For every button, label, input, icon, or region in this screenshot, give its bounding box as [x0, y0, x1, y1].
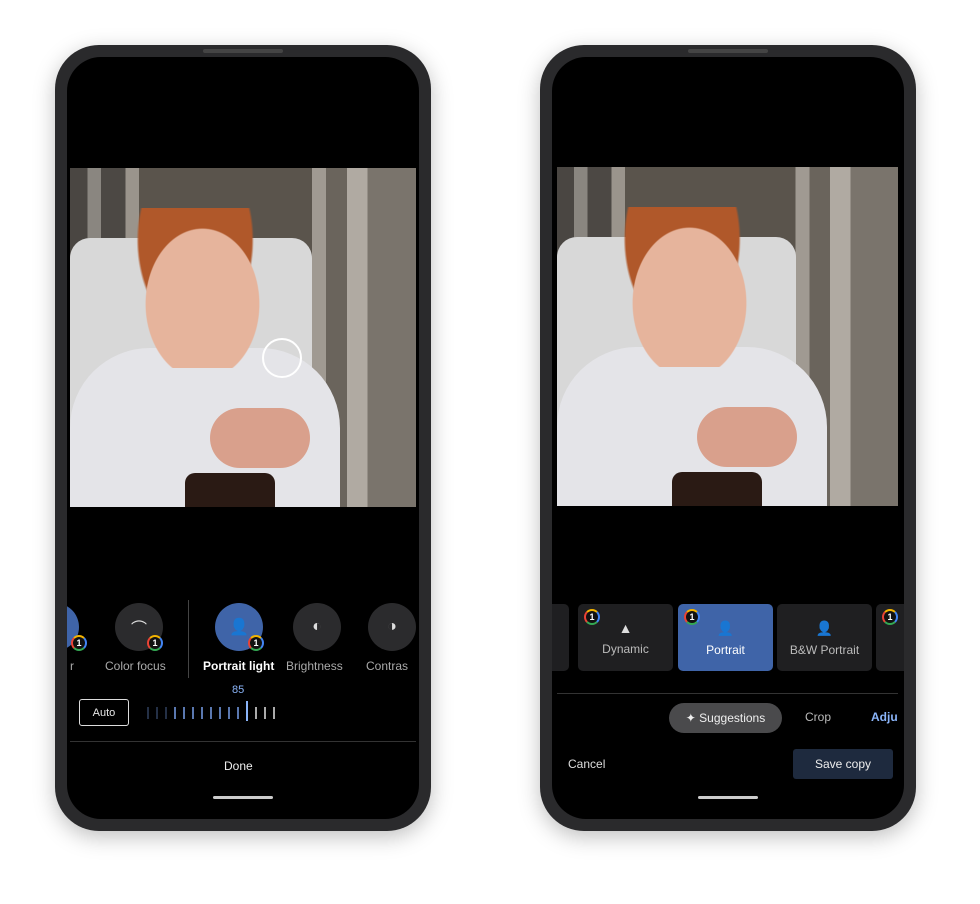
tool-label: Portrait light — [203, 659, 275, 673]
tool-label: Brightness — [286, 659, 343, 673]
tool-contrast[interactable]: ◑ — [368, 603, 416, 651]
auto-button[interactable]: Auto — [79, 699, 129, 726]
home-indicator — [213, 796, 273, 799]
slider-tick — [156, 707, 158, 719]
tool-label: r — [70, 659, 74, 673]
cancel-button[interactable]: Cancel — [568, 757, 605, 771]
portrait-light-icon: 👤 — [229, 619, 249, 636]
slider-tick — [264, 707, 266, 719]
left-screen: 1 r ⌒ 1 Color focus 👤 1 Portrait light ◐… — [67, 57, 419, 819]
left-phone: 1 r ⌒ 1 Color focus 👤 1 Portrait light ◐… — [55, 45, 431, 831]
slider-tick — [210, 707, 212, 719]
person-icon: 👤 — [815, 620, 834, 636]
photo — [70, 168, 416, 507]
light-position-handle[interactable] — [262, 338, 302, 378]
slider-tick — [147, 707, 149, 719]
contrast-icon: ◑ — [387, 618, 397, 635]
slider-tick — [246, 701, 248, 721]
badge-icon: 1 — [71, 635, 87, 651]
slider-tick — [183, 707, 185, 719]
suggestion-partial[interactable] — [552, 604, 569, 671]
tile-label: B&W Portrait — [789, 643, 860, 657]
slider-tick — [219, 707, 221, 719]
photo — [557, 167, 898, 506]
slider-tick — [237, 707, 239, 719]
speaker — [203, 49, 283, 53]
slider-tick — [192, 707, 194, 719]
slider-tick — [165, 707, 167, 719]
tool-label: Color focus — [105, 659, 166, 673]
tool-label: Contras — [366, 659, 409, 673]
suggestion-bw-portrait[interactable]: 👤 B&W Portrait — [777, 604, 872, 671]
color-focus-icon: ⌒ — [130, 621, 147, 638]
tile-label: Dynamic — [602, 642, 649, 656]
slider-tick — [201, 707, 203, 719]
badge-icon: 1 — [882, 609, 898, 625]
badge-icon: 1 — [147, 635, 163, 651]
tab-suggestions[interactable]: ✦ Suggestions — [669, 703, 782, 733]
slider-value: 85 — [232, 684, 245, 696]
tool-brightness[interactable]: ◐ — [293, 603, 341, 651]
badge-icon: 1 — [684, 609, 700, 625]
right-screen: ▲ Dynamic 1 👤 Portrait 1 👤 B&W Portrait 1 ✦… — [552, 57, 904, 819]
speaker — [688, 49, 768, 53]
badge-icon: 1 — [584, 609, 600, 625]
slider-tick — [273, 707, 275, 719]
tab-adjust[interactable]: Adju — [871, 710, 898, 724]
save-copy-button[interactable]: Save copy — [793, 749, 893, 779]
tab-crop[interactable]: Crop — [805, 710, 831, 724]
badge-icon: 1 — [248, 635, 264, 651]
slider-tick — [174, 707, 176, 719]
home-indicator — [698, 796, 758, 799]
done-button[interactable]: Done — [224, 759, 253, 773]
slider-tick — [255, 707, 257, 719]
tile-label: Portrait — [706, 643, 745, 657]
intensity-slider[interactable] — [147, 701, 277, 721]
brightness-icon: ◐ — [312, 618, 322, 635]
right-phone: ▲ Dynamic 1 👤 Portrait 1 👤 B&W Portrait 1 ✦… — [540, 45, 916, 831]
slider-tick — [228, 707, 230, 719]
